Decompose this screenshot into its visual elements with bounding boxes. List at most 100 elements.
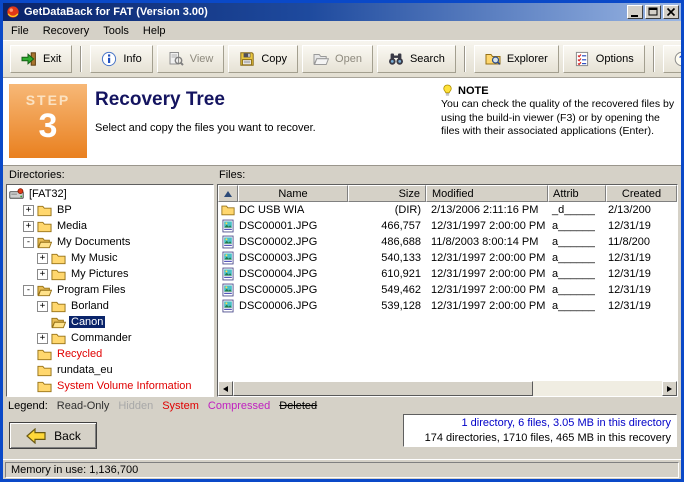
tree-item-fat32[interactable]: [FAT32]: [7, 186, 213, 202]
app-logo-icon: [6, 5, 20, 19]
collapse-icon[interactable]: -: [23, 285, 34, 296]
files-header-row: Name Size Modified Attrib Created: [218, 185, 677, 202]
collapse-icon[interactable]: -: [23, 237, 34, 248]
explorer-icon: [485, 51, 501, 67]
expand-icon[interactable]: +: [37, 301, 48, 312]
folder-icon: [51, 251, 66, 266]
tree-item-my-pictures[interactable]: + My Pictures: [7, 266, 213, 282]
expand-icon[interactable]: +: [37, 333, 48, 344]
info-button[interactable]: Info: [90, 45, 152, 73]
folder-icon: [221, 203, 235, 217]
file-row[interactable]: DC USB WIA (DIR) 2/13/2006 2:11:16 PM _d…: [218, 202, 677, 218]
step-number: 3: [39, 109, 58, 143]
info-icon: [101, 51, 117, 67]
tree-item-commander[interactable]: + Commander: [7, 330, 213, 346]
copy-label: Copy: [261, 53, 287, 65]
search-button[interactable]: Search: [377, 45, 456, 73]
explorer-button[interactable]: Explorer: [474, 45, 559, 73]
tree-item-recycled[interactable]: Recycled: [7, 346, 213, 362]
tree-item-rundata-eu[interactable]: rundata_eu: [7, 362, 213, 378]
file-row[interactable]: DSC00001.JPG 466,757 12/31/1997 2:00:00 …: [218, 218, 677, 234]
column-header-modified[interactable]: Modified: [426, 185, 548, 202]
file-row[interactable]: DSC00003.JPG 540,133 12/31/1997 2:00:00 …: [218, 250, 677, 266]
folder-icon: [51, 299, 66, 314]
files-list: Name Size Modified Attrib Created DC USB…: [217, 184, 678, 397]
column-header-created[interactable]: Created: [606, 185, 677, 202]
horizontal-scrollbar: [218, 381, 677, 396]
exit-button[interactable]: Exit: [10, 45, 72, 73]
minimize-button[interactable]: [627, 5, 643, 19]
explorer-label: Explorer: [507, 53, 548, 65]
expand-icon[interactable]: +: [37, 253, 48, 264]
open-button[interactable]: Open: [302, 45, 373, 73]
image-file-icon: [221, 219, 235, 233]
options-label: Options: [596, 53, 634, 65]
scroll-right-icon: [667, 386, 672, 392]
sort-column-header[interactable]: [218, 185, 238, 202]
image-file-icon: [221, 251, 235, 265]
tree-item-canon-selected[interactable]: Canon: [7, 314, 213, 330]
menu-tools[interactable]: Tools: [96, 23, 136, 39]
close-button[interactable]: [663, 5, 679, 19]
options-button[interactable]: Options: [563, 45, 645, 73]
tree-item-media[interactable]: + Media: [7, 218, 213, 234]
search-label: Search: [410, 53, 445, 65]
recovery-summary: 174 directories, 1710 files, 465 MB in t…: [409, 431, 671, 446]
tree-item-bp[interactable]: + BP: [7, 202, 213, 218]
folder-icon: [37, 203, 52, 218]
folder-icon: [37, 347, 52, 362]
copy-button[interactable]: Copy: [228, 45, 298, 73]
scrollbar-thumb[interactable]: [233, 381, 533, 396]
folder-open-icon: [51, 315, 66, 330]
column-header-name[interactable]: Name: [238, 185, 348, 202]
file-row[interactable]: DSC00002.JPG 486,688 11/8/2003 8:00:14 P…: [218, 234, 677, 250]
expand-icon[interactable]: +: [23, 221, 34, 232]
close-icon: [665, 6, 677, 18]
maximize-button[interactable]: [645, 5, 661, 19]
step-badge: STEP 3: [9, 84, 87, 158]
view-button[interactable]: View: [157, 45, 225, 73]
view-label: View: [190, 53, 214, 65]
tree-item-program-files[interactable]: - Program Files: [7, 282, 213, 298]
menu-file[interactable]: File: [4, 23, 36, 39]
back-label: Back: [54, 429, 81, 443]
exit-label: Exit: [43, 53, 61, 65]
view-icon: [168, 51, 184, 67]
step-header: STEP 3 Recovery Tree Select and copy the…: [3, 78, 681, 166]
open-label: Open: [335, 53, 362, 65]
folder-open-icon: [37, 283, 52, 298]
scrollbar-track[interactable]: [533, 381, 662, 396]
back-arrow-icon: [25, 428, 47, 444]
maximize-icon: [647, 6, 659, 18]
help-icon: [674, 51, 684, 67]
tree-item-my-music[interactable]: + My Music: [7, 250, 213, 266]
back-button[interactable]: Back: [9, 422, 97, 449]
tree-item-system-volume-information[interactable]: System Volume Information: [7, 378, 213, 394]
note-text: You can check the quality of the recover…: [441, 98, 675, 139]
scroll-left-button[interactable]: [218, 381, 233, 396]
column-header-size[interactable]: Size: [348, 185, 426, 202]
scroll-left-icon: [223, 386, 228, 392]
file-row[interactable]: DSC00006.JPG 539,128 12/31/1997 2:00:00 …: [218, 298, 677, 314]
tree-item-my-documents[interactable]: - My Documents: [7, 234, 213, 250]
app-window: GetDataBack for FAT (Version 3.00) File …: [0, 0, 684, 482]
drive-icon: [9, 187, 24, 202]
summary-panel: 1 directory, 6 files, 3.05 MB in this di…: [403, 414, 677, 447]
menu-help[interactable]: Help: [136, 23, 173, 39]
file-row[interactable]: DSC00005.JPG 549,462 12/31/1997 2:00:00 …: [218, 282, 677, 298]
open-icon: [313, 51, 329, 67]
scroll-right-button[interactable]: [662, 381, 677, 396]
tree-item-borland[interactable]: + Borland: [7, 298, 213, 314]
help-button[interactable]: Help: [663, 45, 684, 73]
legend: Legend: Read-Only Hidden System Compress…: [8, 400, 317, 412]
image-file-icon: [221, 283, 235, 297]
image-file-icon: [221, 235, 235, 249]
search-icon: [388, 51, 404, 67]
menu-recovery[interactable]: Recovery: [36, 23, 96, 39]
file-row[interactable]: DSC00004.JPG 610,921 12/31/1997 2:00:00 …: [218, 266, 677, 282]
expand-icon[interactable]: +: [23, 205, 34, 216]
legend-system: System: [162, 400, 199, 412]
files-label: Files:: [219, 169, 245, 181]
expand-icon[interactable]: +: [37, 269, 48, 280]
column-header-attrib[interactable]: Attrib: [548, 185, 606, 202]
